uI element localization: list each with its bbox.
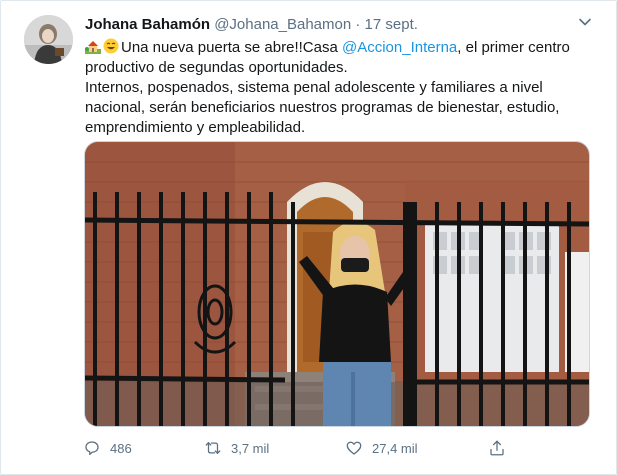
- like-button[interactable]: 27,4 mil: [345, 437, 418, 459]
- tweet-card: Johana Bahamón @Johana_Bahamon · 17 sept…: [0, 0, 617, 475]
- tweet-photo[interactable]: [84, 141, 590, 427]
- share-icon: [490, 440, 504, 456]
- house-with-garden-icon: [85, 41, 101, 54]
- reply-button[interactable]: 486: [83, 437, 132, 459]
- heart-icon: [346, 441, 362, 455]
- tweet-actions: 486 3,7 mil 27,4 mil: [83, 437, 603, 459]
- tweet-text: Una nueva puerta se abre!!Casa @Accion_I…: [85, 38, 585, 138]
- like-count: 27,4 mil: [372, 440, 418, 456]
- photo-image: [85, 142, 589, 426]
- retweet-button[interactable]: 3,7 mil: [204, 437, 269, 459]
- tweet-paragraph-1: Una nueva puerta se abre!!Casa @Accion_I…: [85, 38, 585, 78]
- avatar-image: [24, 15, 73, 64]
- author-name[interactable]: Johana Bahamón: [85, 16, 210, 33]
- reply-count: 486: [110, 440, 132, 456]
- tweet-paragraph-2: Internos, pospenados, sistema penal adol…: [85, 79, 560, 136]
- avatar[interactable]: [24, 15, 73, 64]
- chevron-down-icon[interactable]: [578, 15, 592, 29]
- retweet-count: 3,7 mil: [231, 440, 270, 456]
- tweet-date[interactable]: 17 sept.: [365, 16, 418, 33]
- share-button[interactable]: [488, 437, 506, 459]
- tweet-text-intro: Una nueva puerta se abre!!Casa: [121, 39, 342, 56]
- author-handle[interactable]: @Johana_Bahamon: [214, 16, 351, 33]
- mention-link[interactable]: @Accion_Interna: [342, 39, 457, 56]
- retweet-icon: [205, 442, 221, 454]
- header-separator: ·: [355, 16, 361, 33]
- smiling-face-icon: [103, 38, 119, 54]
- reply-icon: [85, 441, 99, 456]
- tweet-header: Johana Bahamón @Johana_Bahamon · 17 sept…: [85, 16, 565, 34]
